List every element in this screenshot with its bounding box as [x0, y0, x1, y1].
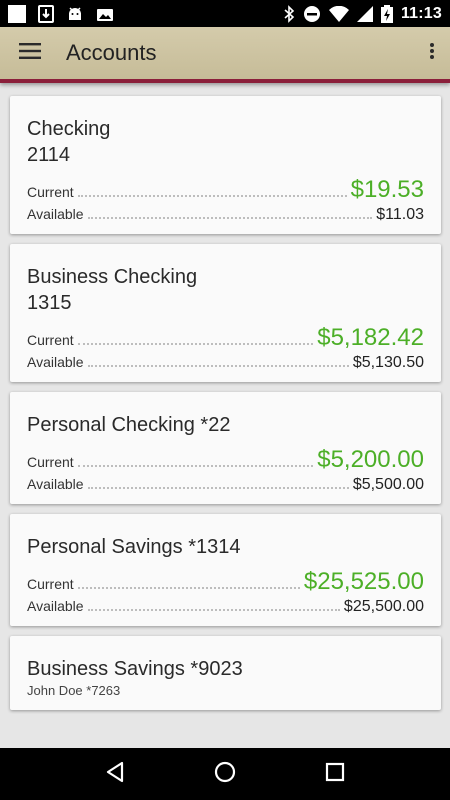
page-title: Accounts — [66, 40, 157, 65]
dotted-leader — [77, 343, 314, 345]
sim-card-icon — [38, 4, 54, 23]
overflow-menu-button[interactable] — [414, 25, 450, 81]
account-card-checking[interactable]: Checking 2114 Current $19.53 Available $… — [10, 96, 441, 234]
available-label: Available — [27, 598, 84, 614]
current-balance: $25,525.00 — [303, 568, 424, 595]
status-time: 11:13 — [400, 4, 442, 22]
current-balance: $5,182.42 — [317, 324, 424, 351]
dotted-leader — [87, 365, 349, 367]
account-name: Business Checking — [27, 266, 198, 288]
status-bar: 11:13 — [0, 0, 450, 27]
signal-icon — [356, 5, 373, 22]
account-card-business-checking[interactable]: Business Checking 1315 Current $5,182.42… — [10, 244, 441, 382]
app-bar: Accounts — [0, 27, 450, 83]
current-balance-row: Current $19.53 — [27, 176, 424, 204]
white-square-icon — [8, 4, 26, 23]
available-balance: $5,500.00 — [352, 476, 424, 493]
wifi-icon — [328, 5, 349, 22]
system-nav-bar — [0, 748, 450, 800]
current-balance-row: Current $25,525.00 — [27, 568, 424, 596]
recents-button[interactable] — [315, 754, 355, 794]
more-vert-icon — [429, 42, 435, 65]
available-label: Available — [27, 476, 84, 492]
dotted-leader — [87, 487, 349, 489]
account-owner: John Doe *7263 — [27, 683, 121, 698]
account-name: Business Savings *9023 — [27, 658, 243, 680]
home-icon — [214, 761, 236, 788]
available-balance: $11.03 — [376, 206, 424, 223]
available-label: Available — [27, 354, 84, 370]
account-name: Personal Checking *22 — [27, 414, 231, 436]
account-card-personal-savings[interactable]: Personal Savings *1314 Current $25,525.0… — [10, 514, 441, 626]
account-card-business-savings[interactable]: Business Savings *9023 John Doe *7263 — [10, 636, 441, 710]
available-balance: $25,500.00 — [343, 598, 424, 615]
available-label: Available — [27, 206, 84, 222]
account-number: 1315 — [27, 292, 72, 314]
back-icon — [105, 761, 125, 788]
current-label: Current — [27, 454, 74, 470]
current-label: Current — [27, 184, 74, 200]
bluetooth-icon — [283, 4, 295, 23]
home-button[interactable] — [205, 754, 245, 794]
dotted-leader — [87, 609, 340, 611]
do-not-disturb-icon — [303, 5, 321, 23]
back-button[interactable] — [95, 754, 135, 794]
dotted-leader — [77, 587, 300, 589]
current-balance-row: Current $5,182.42 — [27, 324, 424, 352]
photo-icon — [96, 5, 114, 23]
current-balance-row: Current $5,200.00 — [27, 446, 424, 474]
current-balance: $5,200.00 — [317, 446, 424, 473]
dotted-leader — [77, 195, 347, 197]
available-balance: $5,130.50 — [352, 354, 424, 371]
current-balance: $19.53 — [350, 176, 424, 203]
available-balance-row: Available $5,130.50 — [27, 354, 424, 372]
account-name: Personal Savings *1314 — [27, 536, 241, 558]
menu-button[interactable] — [0, 25, 60, 81]
available-balance-row: Available $25,500.00 — [27, 598, 424, 616]
account-name: Checking — [27, 118, 111, 140]
hamburger-menu-icon — [19, 42, 41, 64]
available-balance-row: Available $5,500.00 — [27, 476, 424, 494]
dotted-leader — [87, 217, 373, 219]
recents-icon — [325, 762, 345, 787]
battery-charging-icon — [380, 4, 393, 23]
account-card-personal-checking[interactable]: Personal Checking *22 Current $5,200.00 … — [10, 392, 441, 504]
account-number: 2114 — [27, 144, 71, 166]
available-balance-row: Available $11.03 — [27, 206, 424, 224]
dotted-leader — [77, 465, 314, 467]
current-label: Current — [27, 576, 74, 592]
android-icon — [66, 5, 84, 23]
current-label: Current — [27, 332, 74, 348]
accounts-list[interactable]: Checking 2114 Current $19.53 Available $… — [0, 87, 450, 738]
